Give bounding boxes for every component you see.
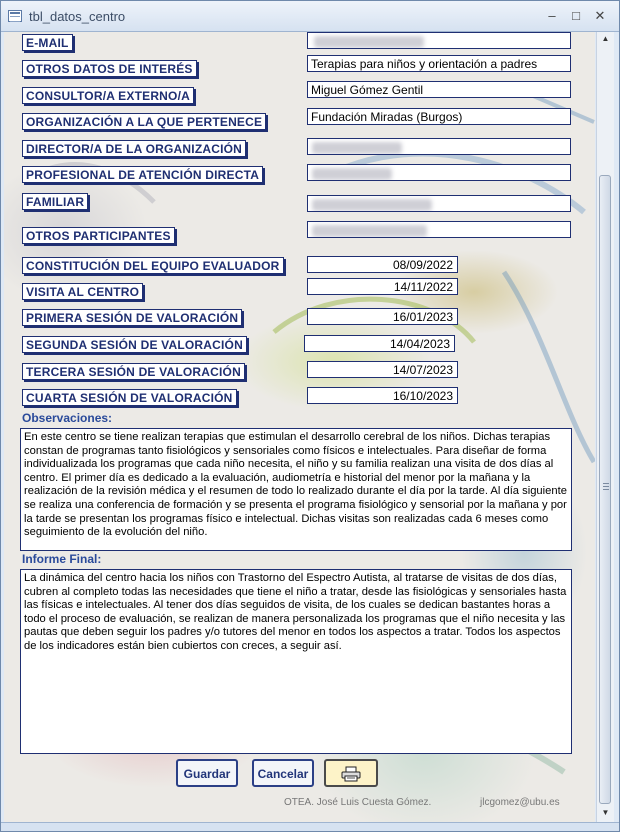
tercera-sesion-date-field[interactable]: 14/07/2023 [307, 361, 458, 378]
printer-icon [341, 766, 361, 782]
cuarta-sesion-label: CUARTA SESIÓN DE VALORACIÓN [22, 389, 237, 406]
footer-email: jlcgomez@ubu.es [480, 797, 560, 808]
redacted-value [312, 199, 432, 211]
redacted-value [312, 142, 402, 154]
segunda-sesion-label: SEGUNDA SESIÓN DE VALORACIÓN [22, 336, 247, 353]
profesional-field[interactable] [307, 164, 571, 181]
close-button[interactable]: ✕ [589, 7, 611, 25]
email-label: E-MAIL [22, 34, 73, 51]
print-button[interactable] [324, 759, 378, 787]
visita-label: VISITA AL CENTRO [22, 283, 144, 300]
otros-datos-field[interactable]: Terapias para niños y orientación a padr… [307, 55, 571, 72]
primera-sesion-date-field[interactable]: 16/01/2023 [307, 308, 458, 325]
maximize-button[interactable]: □ [565, 7, 587, 25]
profesional-label: PROFESIONAL DE ATENCIÓN DIRECTA [22, 166, 264, 183]
otros-participantes-field[interactable] [307, 221, 571, 238]
title-bar: tbl_datos_centro – □ ✕ [1, 1, 619, 32]
vertical-scrollbar[interactable]: ▲ ▼ [596, 32, 614, 822]
informe-final-label: Informe Final: [22, 552, 102, 566]
form-icon [8, 10, 22, 22]
thumb-grip [603, 483, 609, 484]
familiar-label: FAMILIAR [22, 193, 89, 210]
redacted-value [312, 225, 427, 237]
tercera-sesion-label: TERCERA SESIÓN DE VALORACIÓN [22, 363, 245, 380]
constitucion-label: CONSTITUCIÓN DEL EQUIPO EVALUADOR [22, 257, 284, 274]
redacted-value [312, 168, 392, 180]
minimize-button[interactable]: – [541, 7, 563, 25]
cuarta-sesion-date-field[interactable]: 16/10/2023 [307, 387, 458, 404]
director-label: DIRECTOR/A DE LA ORGANIZACIÓN [22, 140, 247, 157]
guardar-button[interactable]: Guardar [176, 759, 238, 787]
email-field[interactable] [307, 32, 571, 49]
form-window: tbl_datos_centro – □ ✕ E-MAIL OTROS DATO… [0, 0, 620, 832]
redacted-value [314, 36, 424, 48]
organizacion-label: ORGANIZACIÓN A LA QUE PERTENECE [22, 113, 267, 130]
form-body: E-MAIL OTROS DATOS DE INTERÉS CONSULTOR/… [4, 32, 595, 822]
otros-datos-label: OTROS DATOS DE INTERÉS [22, 60, 197, 77]
window-bottom-border [1, 822, 619, 831]
footer-author: OTEA. José Luis Cuesta Gómez. [284, 797, 432, 808]
informe-final-textarea[interactable]: La dinámica del centro hacia los niños c… [20, 569, 572, 754]
primera-sesion-label: PRIMERA SESIÓN DE VALORACIÓN [22, 309, 243, 326]
cancelar-button[interactable]: Cancelar [252, 759, 314, 787]
organizacion-field[interactable]: Fundación Miradas (Burgos) [307, 108, 571, 125]
segunda-sesion-date-field[interactable]: 14/04/2023 [304, 335, 455, 352]
scrollbar-thumb[interactable] [599, 175, 611, 804]
window-title: tbl_datos_centro [29, 9, 126, 24]
director-field[interactable] [307, 138, 571, 155]
otros-participantes-label: OTROS PARTICIPANTES [22, 227, 175, 244]
visita-date-field[interactable]: 14/11/2022 [307, 278, 458, 295]
consultor-label: CONSULTOR/A EXTERNO/A [22, 87, 194, 104]
thumb-grip [603, 489, 609, 490]
observaciones-textarea[interactable]: En este centro se tiene realizan terapia… [20, 428, 572, 551]
scroll-down-arrow-icon[interactable]: ▼ [597, 806, 614, 820]
scroll-up-arrow-icon[interactable]: ▲ [597, 32, 614, 46]
constitucion-date-field[interactable]: 08/09/2022 [307, 256, 458, 273]
thumb-grip [603, 486, 609, 487]
observaciones-label: Observaciones: [22, 411, 113, 425]
consultor-field[interactable]: Miguel Gómez Gentil [307, 81, 571, 98]
familiar-field[interactable] [307, 195, 571, 212]
